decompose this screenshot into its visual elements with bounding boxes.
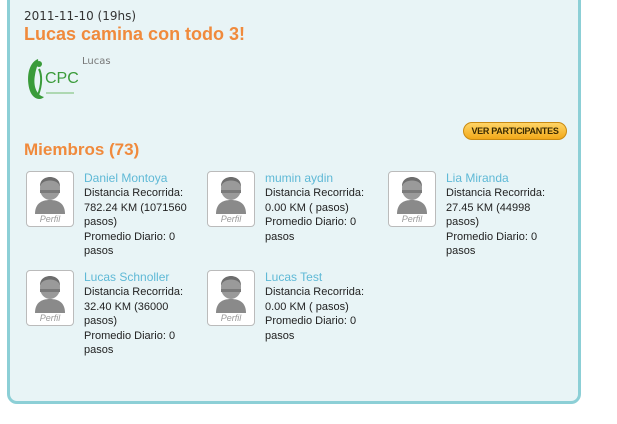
avatar-label: Perfil	[39, 214, 61, 224]
distance-value: 32.40 KM (36000 pasos)	[84, 300, 169, 328]
member-stats: Distancia Recorrida: 0.00 KM ( pasos) Pr…	[265, 285, 383, 343]
member-name[interactable]: Lia Miranda	[446, 171, 509, 185]
user-avatar-icon	[216, 276, 246, 313]
members-heading: Miembros (73)	[24, 140, 140, 159]
avatar-label: Perfil	[220, 214, 242, 224]
member-card: Perfil mumin aydin Distancia Recorrida: …	[207, 171, 382, 261]
member-stats: Distancia Recorrida: 0.00 KM ( pasos) Pr…	[265, 186, 383, 244]
distance-label: Distancia Recorrida:	[84, 187, 184, 199]
user-avatar-icon	[397, 177, 427, 214]
member-avatar[interactable]: Perfil	[26, 171, 74, 227]
distance-label: Distancia Recorrida:	[265, 187, 365, 199]
user-avatar-icon	[35, 276, 65, 313]
event-date: 2011-11-10 (19hs)	[24, 9, 137, 23]
user-avatar-icon	[35, 177, 65, 214]
logo-text: CPC	[45, 70, 78, 87]
member-card: Perfil Lia Miranda Distancia Recorrida: …	[388, 171, 563, 261]
daily-average: Promedio Diario: 0 pasos	[446, 230, 538, 258]
avatar-label: Perfil	[401, 214, 423, 224]
member-card: Perfil Lucas Test Distancia Recorrida: 0…	[207, 270, 382, 360]
distance-value: 27.45 KM (44998 pasos)	[446, 201, 531, 229]
distance-label: Distancia Recorrida:	[446, 187, 546, 199]
organizer-logo[interactable]: CPC	[24, 55, 79, 105]
member-card: Perfil Lucas Schnoller Distancia Recorri…	[26, 270, 201, 360]
member-stats: Distancia Recorrida: 27.45 KM (44998 pas…	[446, 186, 564, 259]
cpc-logo-icon: CPC	[28, 59, 79, 99]
user-avatar-icon	[216, 177, 246, 214]
member-avatar[interactable]: Perfil	[207, 171, 255, 227]
member-name[interactable]: Daniel Montoya	[84, 171, 167, 185]
distance-label: Distancia Recorrida:	[265, 286, 365, 298]
distance-value: 0.00 KM ( pasos)	[265, 300, 349, 313]
daily-average: Promedio Diario: 0 pasos	[265, 216, 357, 243]
member-card: Perfil Daniel Montoya Distancia Recorrid…	[26, 171, 201, 261]
member-name[interactable]: Lucas Test	[265, 270, 322, 284]
avatar-label: Perfil	[39, 313, 61, 323]
event-title[interactable]: Lucas camina con todo 3!	[24, 24, 245, 45]
distance-value: 0.00 KM ( pasos)	[265, 201, 349, 214]
daily-average: Promedio Diario: 0 pasos	[84, 230, 176, 258]
member-stats: Distancia Recorrida: 782.24 KM (1071560 …	[84, 186, 202, 259]
view-participants-button[interactable]: VER PARTICIPANTES	[463, 122, 567, 140]
organizer-name[interactable]: Lucas	[82, 56, 111, 67]
daily-average: Promedio Diario: 0 pasos	[84, 329, 176, 357]
member-avatar[interactable]: Perfil	[26, 270, 74, 326]
daily-average: Promedio Diario: 0 pasos	[265, 315, 357, 342]
member-name[interactable]: Lucas Schnoller	[84, 270, 169, 284]
member-avatar[interactable]: Perfil	[388, 171, 436, 227]
distance-value: 782.24 KM (1071560 pasos)	[84, 201, 187, 229]
avatar-label: Perfil	[220, 313, 242, 323]
member-avatar[interactable]: Perfil	[207, 270, 255, 326]
member-name[interactable]: mumin aydin	[265, 171, 333, 185]
distance-label: Distancia Recorrida:	[84, 286, 184, 298]
member-stats: Distancia Recorrida: 32.40 KM (36000 pas…	[84, 285, 202, 358]
